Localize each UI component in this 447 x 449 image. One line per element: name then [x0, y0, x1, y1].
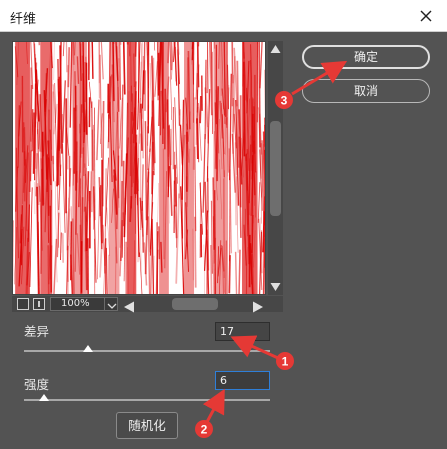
badge-2-text: 2 — [201, 423, 208, 437]
zoom-out-button[interactable] — [17, 298, 29, 310]
vertical-scroll-thumb[interactable] — [270, 121, 281, 216]
scroll-right-arrow-icon[interactable] — [252, 298, 264, 313]
cancel-button[interactable]: 取消 — [302, 79, 430, 103]
horizontal-scroll-thumb[interactable] — [172, 298, 218, 310]
dialog-title: 纤维 — [10, 12, 37, 27]
variance-slider-track[interactable] — [24, 350, 270, 352]
variance-slider-thumb[interactable] — [82, 345, 93, 352]
scroll-left-arrow-icon[interactable] — [123, 298, 135, 313]
scroll-up-arrow-icon[interactable] — [268, 42, 283, 56]
scroll-down-arrow-icon[interactable] — [268, 280, 283, 294]
preview-vertical-scrollbar[interactable] — [268, 41, 283, 295]
ok-button[interactable]: 确定 — [302, 45, 430, 69]
badge-1-text: 1 — [282, 355, 289, 369]
randomize-button[interactable]: 随机化 — [116, 412, 178, 439]
variance-label: 差异 — [24, 324, 50, 339]
preview-toolbar: 100% — [12, 296, 283, 313]
strength-slider-track[interactable] — [24, 399, 270, 401]
dropdown-arrow-icon[interactable] — [104, 297, 118, 311]
title-bar: 纤维 — [0, 0, 447, 32]
fiber-preview-image — [13, 42, 265, 294]
filter-preview[interactable] — [12, 41, 266, 295]
strength-label: 强度 — [24, 377, 50, 392]
zoom-in-button[interactable] — [33, 298, 45, 310]
strength-input[interactable]: 6 — [215, 371, 270, 390]
zoom-level-value: 100% — [61, 298, 90, 309]
strength-slider-thumb[interactable] — [38, 394, 49, 401]
annotation-1: 1 — [230, 335, 294, 370]
variance-input[interactable]: 17 — [215, 322, 270, 341]
close-icon[interactable] — [415, 5, 437, 27]
